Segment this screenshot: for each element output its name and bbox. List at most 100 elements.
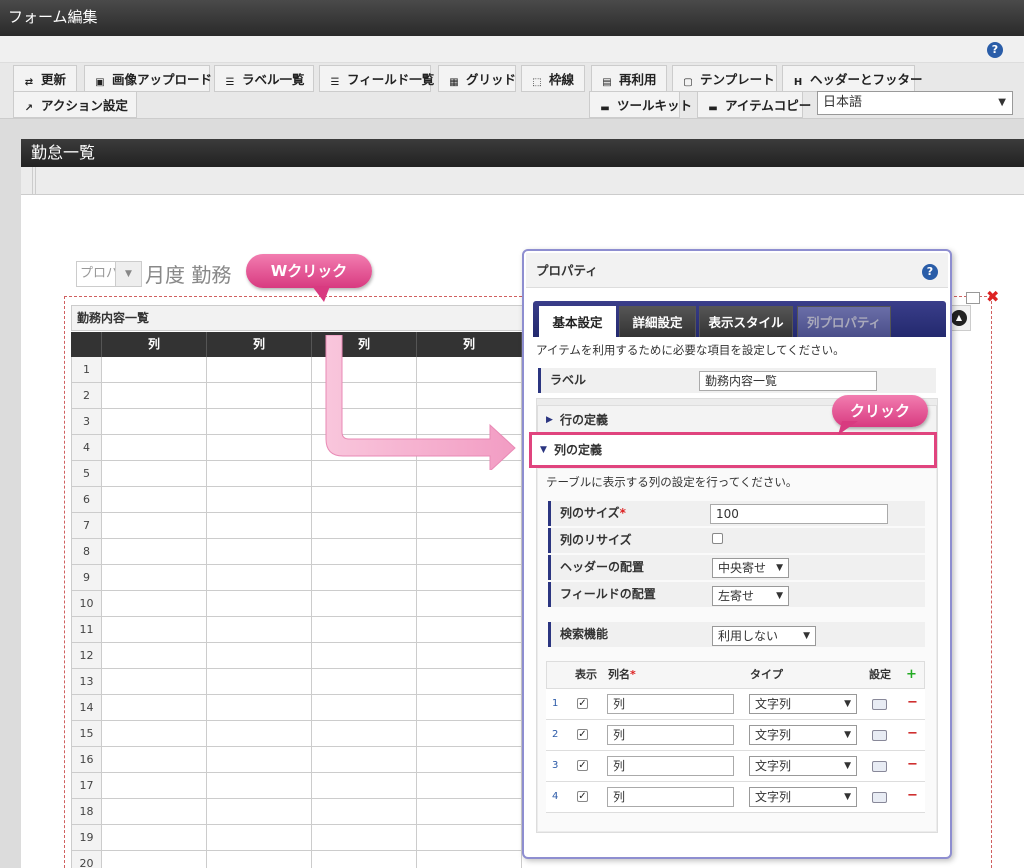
table-cell[interactable] [102,825,207,850]
month-select[interactable]: プロパ ▼ [76,261,142,287]
table-cell[interactable] [312,773,417,798]
table-cell[interactable] [312,513,417,538]
table-cell[interactable] [102,747,207,772]
table-cell[interactable] [417,565,522,590]
table-cell[interactable] [312,825,417,850]
table-cell[interactable] [102,721,207,746]
column-type-select[interactable]: 文字列 ▼ [749,756,857,776]
delete-icon[interactable]: ✖ [986,289,999,305]
table-cell[interactable] [312,799,417,824]
table-cell[interactable] [207,591,312,616]
grid-settings-icon[interactable] [966,292,980,304]
help-icon[interactable]: ? [987,42,1003,58]
table-cell[interactable] [207,643,312,668]
table-cell[interactable] [102,435,207,460]
table-cell[interactable] [312,539,417,564]
label-input[interactable]: 勤務内容一覧 [699,371,877,391]
table-cell[interactable] [312,487,417,512]
tab-style[interactable]: 表示スタイル [699,306,793,337]
toolbar-field-list-button[interactable]: ☰ フィールド一覧 [319,65,434,92]
table-cell[interactable] [207,383,312,408]
field-align-select[interactable]: 左寄せ ▼ [712,586,789,606]
table-cell[interactable] [312,721,417,746]
add-column-icon[interactable]: + [906,667,917,682]
table-cell[interactable] [102,799,207,824]
remove-column-icon[interactable]: − [907,695,918,710]
table-cell[interactable] [102,565,207,590]
toolbar-reuse-button[interactable]: ▤ 再利用 [591,65,667,92]
table-column-header[interactable]: 列 [207,332,312,357]
table-cell[interactable] [312,565,417,590]
table-cell[interactable] [207,773,312,798]
table-cell[interactable] [417,721,522,746]
table-cell[interactable] [207,435,312,460]
table-cell[interactable] [102,513,207,538]
remove-column-icon[interactable]: − [907,788,918,803]
table-cell[interactable] [417,643,522,668]
column-name-input[interactable]: 列 [607,787,734,807]
table-cell[interactable] [312,851,417,868]
tab-detail[interactable]: 詳細設定 [619,306,696,337]
table-cell[interactable] [417,487,522,512]
table-cell[interactable] [207,747,312,772]
column-settings-icon[interactable] [872,699,887,710]
column-type-select[interactable]: 文字列 ▼ [749,787,857,807]
toolbar-grid-button[interactable]: ▦ グリッド [438,65,516,92]
toolbar-action-button[interactable]: ↗ アクション設定 [13,91,137,118]
toolbar-item-copy-button[interactable]: ▬ アイテムコピー [697,91,811,118]
table-cell[interactable] [102,617,207,642]
column-type-select[interactable]: 文字列 ▼ [749,725,857,745]
column-settings-icon[interactable] [872,761,887,772]
table-cell[interactable] [312,643,417,668]
toolbar-image-upload-button[interactable]: ▣ 画像アップロード [84,65,212,92]
table-cell[interactable] [312,669,417,694]
table-cell[interactable] [207,565,312,590]
table-cell[interactable] [102,383,207,408]
table-cell[interactable] [207,487,312,512]
table-cell[interactable] [102,695,207,720]
column-visible-checkbox[interactable]: ✓ [577,760,588,771]
table-cell[interactable] [417,799,522,824]
table-cell[interactable] [207,409,312,434]
toolbar-label-list-button[interactable]: ☰ ラベル一覧 [214,65,314,92]
column-visible-checkbox[interactable]: ✓ [577,791,588,802]
column-settings-icon[interactable] [872,792,887,803]
column-resize-checkbox[interactable] [712,533,723,544]
table-cell[interactable] [102,539,207,564]
table-cell[interactable] [417,539,522,564]
chevron-down-icon[interactable]: ▼ [115,262,141,286]
column-name-input[interactable]: 列 [607,756,734,776]
table-cell[interactable] [207,721,312,746]
table-cell[interactable] [312,617,417,642]
toolbar-toolkit-button[interactable]: ▬ ツールキット [589,91,692,118]
toolbar-refresh-button[interactable]: ⇄ 更新 [13,65,77,92]
table-cell[interactable] [417,851,522,868]
table-cell[interactable] [417,669,522,694]
column-name-input[interactable]: 列 [607,725,734,745]
table-cell[interactable] [207,825,312,850]
table-cell[interactable] [102,669,207,694]
table-cell[interactable] [102,591,207,616]
table-cell[interactable] [102,487,207,512]
table-cell[interactable] [102,461,207,486]
column-size-input[interactable]: 100 [710,504,888,524]
tab-basic[interactable]: 基本設定 [539,306,616,337]
table-cell[interactable] [417,773,522,798]
table-cell[interactable] [417,617,522,642]
table-cell[interactable] [102,851,207,868]
table-cell[interactable] [207,461,312,486]
table-cell[interactable] [207,617,312,642]
column-name-input[interactable]: 列 [607,694,734,714]
table-cell[interactable] [207,799,312,824]
table-cell[interactable] [417,513,522,538]
table-cell[interactable] [417,825,522,850]
table-cell[interactable] [207,669,312,694]
remove-column-icon[interactable]: − [907,726,918,741]
table-cell[interactable] [312,695,417,720]
table-cell[interactable] [312,747,417,772]
table-cell[interactable] [207,695,312,720]
column-visible-checkbox[interactable]: ✓ [577,729,588,740]
collapse-icon[interactable]: ▲ [951,310,967,326]
remove-column-icon[interactable]: − [907,757,918,772]
table-cell[interactable] [207,851,312,868]
